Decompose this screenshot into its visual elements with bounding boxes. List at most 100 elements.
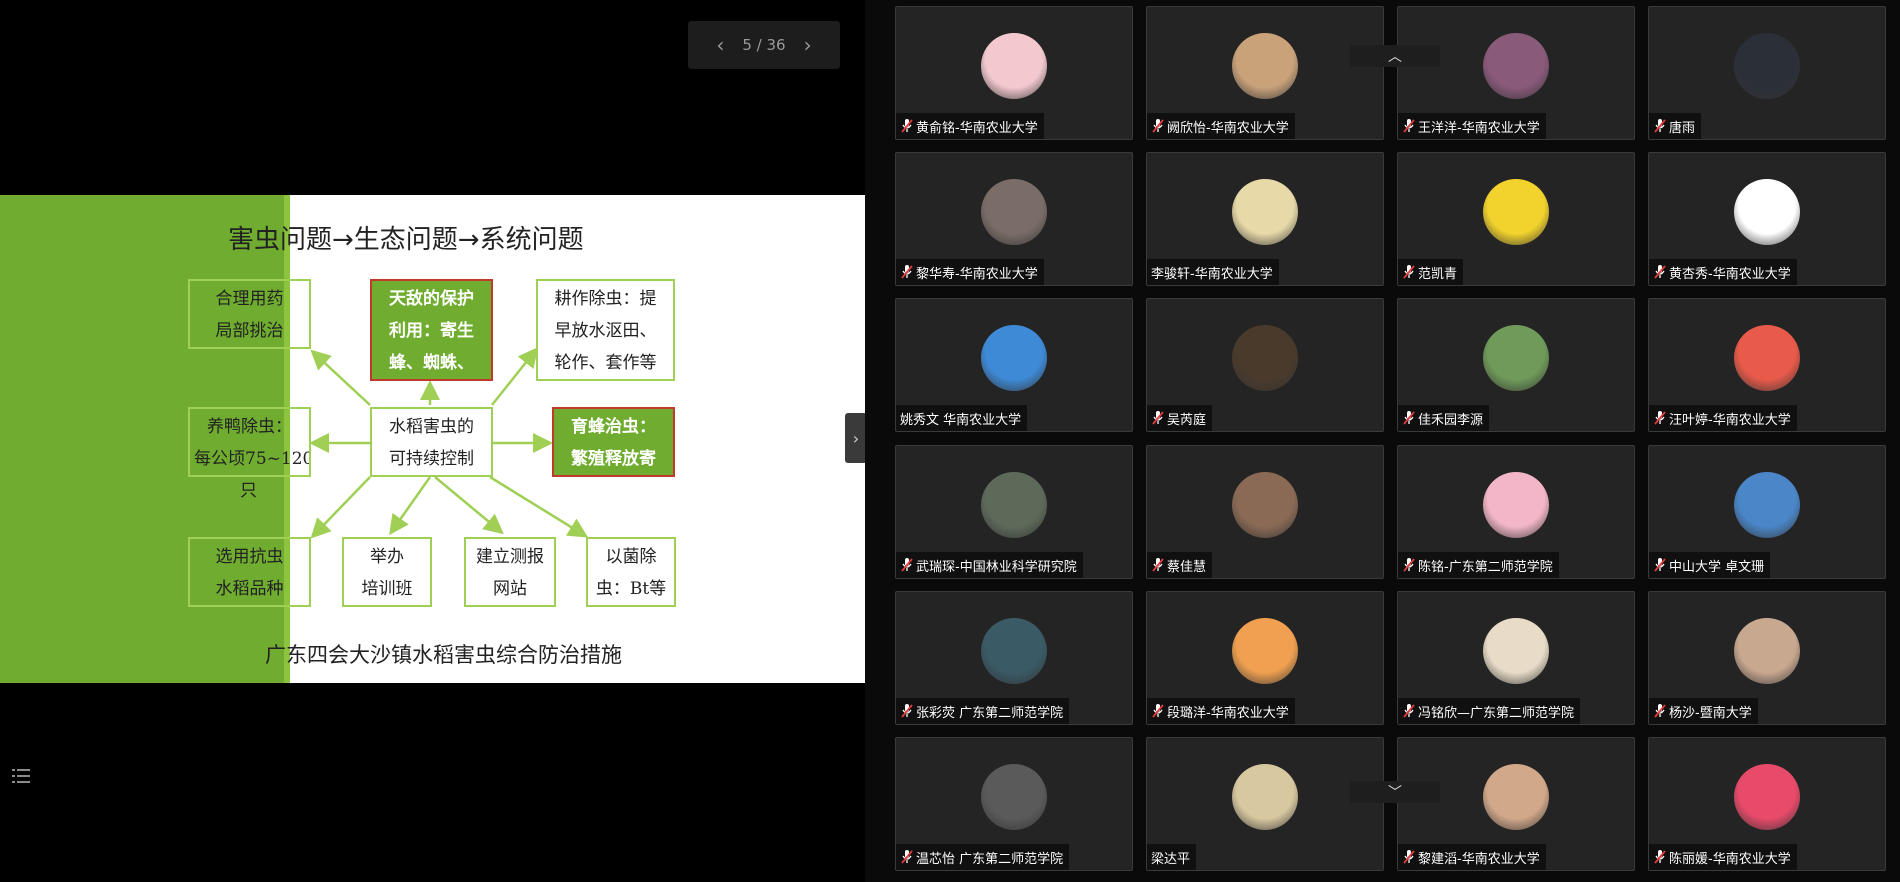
participant-tile[interactable]: 陈铭-广东第二师范学院 [1397,445,1635,579]
participant-name-bar: 黄杏秀-华南农业大学 [1649,259,1797,285]
participant-name-bar: 梁达平 [1147,844,1197,870]
muted-mic-icon [1654,119,1666,133]
participant-tile[interactable]: 蔡佳慧 [1146,445,1384,579]
next-slide-button[interactable]: › [804,35,812,55]
box-natural-enemies: 天敌的保护 利用：寄生 蜂、蜘蛛、 [370,279,493,381]
avatar [1483,618,1549,684]
participant-name-bar: 中山大学 卓文珊 [1649,552,1771,578]
participant-tile[interactable]: 杨沙-暨南大学 [1648,591,1886,725]
participant-tile[interactable]: 温芯怡 广东第二师范学院 [895,737,1133,871]
participant-name: 武瑞琛-中国林业科学研究院 [916,559,1077,575]
collapse-panel-button[interactable]: › [845,413,867,463]
slide-pager: ‹ 5 / 36 › [688,21,840,69]
muted-mic-icon [901,119,913,133]
box-line: 以菌除 [605,547,657,567]
participant-tile[interactable]: 黄俞铭-华南农业大学 [895,6,1133,140]
participant-name-bar: 温芯怡 广东第二师范学院 [896,844,1070,870]
box-line: 蜂、蜘蛛、 [389,353,474,373]
muted-mic-icon [1152,704,1164,718]
participant-name-bar: 范凯青 [1398,259,1464,285]
participant-tile[interactable]: 武瑞琛-中国林业科学研究院 [895,445,1133,579]
participant-name-bar: 阙欣怡-华南农业大学 [1147,113,1295,139]
box-line: 水稻品种 [215,579,284,599]
participant-name: 陈铭-广东第二师范学院 [1418,559,1553,575]
avatar [1232,179,1298,245]
participant-name-bar: 黄俞铭-华南农业大学 [896,113,1044,139]
participant-tile[interactable]: 张彩荧 广东第二师范学院 [895,591,1133,725]
participant-tile[interactable]: 范凯青 [1397,152,1635,286]
participant-tile[interactable]: 中山大学 卓文珊 [1648,445,1886,579]
muted-mic-icon [901,704,913,718]
participant-name: 黄俞铭-华南农业大学 [916,120,1038,136]
muted-mic-icon [1152,558,1164,572]
box-line: 早放水沤田、 [554,321,657,341]
avatar [1232,618,1298,684]
participant-tile[interactable]: 佳禾园李源 [1397,298,1635,432]
participant-name-bar: 陈铭-广东第二师范学院 [1398,552,1559,578]
participant-tile[interactable]: 吴芮庭 [1146,298,1384,432]
box-line: 可持续控制 [389,449,474,469]
box-bees: 育蜂治虫： 繁殖释放寄 [552,407,675,477]
participant-tile[interactable]: 黎华寿-华南农业大学 [895,152,1133,286]
avatar [1232,33,1298,99]
participant-tile[interactable]: 冯铭欣—广东第二师范学院 [1397,591,1635,725]
box-line: 耕作除虫：提 [554,289,657,309]
arrow-to-top-right [491,347,539,406]
participant-name: 李骏轩-华南农业大学 [1151,266,1273,282]
avatar [1483,179,1549,245]
arrow-to-bot-2 [434,476,504,535]
muted-mic-icon [1403,265,1415,279]
participant-tile[interactable]: 王洋洋-华南农业大学 [1397,6,1635,140]
participant-tile[interactable]: 黄杏秀-华南农业大学 [1648,152,1886,286]
participant-tile[interactable]: 汪叶婷-华南农业大学 [1648,298,1886,432]
participant-tile[interactable]: 唐雨 [1648,6,1886,140]
participant-tile[interactable]: 姚秀文 华南农业大学 [895,298,1133,432]
arrow-to-bot-1 [389,476,432,536]
box-center: 水稻害虫的 可持续控制 [370,407,493,477]
box-training: 举办 培训班 [342,537,432,607]
muted-mic-icon [1403,119,1415,133]
participant-name-bar: 汪叶婷-华南农业大学 [1649,405,1797,431]
box-line: 天敌的保护 [389,289,474,309]
participant-name: 汪叶婷-华南农业大学 [1669,412,1791,428]
muted-mic-icon [1654,704,1666,718]
participant-name-bar: 杨沙-暨南大学 [1649,698,1758,724]
avatar [981,618,1047,684]
scroll-down-button[interactable]: ﹀ [1350,781,1440,803]
participant-tile[interactable]: 段璐洋-华南农业大学 [1146,591,1384,725]
participant-name-bar: 黎建滔-华南农业大学 [1398,844,1546,870]
muted-mic-icon [1654,850,1666,864]
box-bt: 以菌除 虫：Bt等 [586,537,676,607]
participant-tile[interactable]: 梁达平 [1146,737,1384,871]
participant-name: 唐雨 [1669,120,1696,136]
muted-mic-icon [1654,265,1666,279]
slide-footer: 广东四会大沙镇水稻害虫综合防治措施 [265,643,622,667]
participant-tile[interactable]: 阙欣怡-华南农业大学 [1146,6,1384,140]
slide-list-icon[interactable] [10,765,32,787]
participant-name-bar: 姚秀文 华南农业大学 [896,405,1028,431]
box-line: 网站 [493,579,527,599]
box-line: 水稻害虫的 [389,417,474,437]
participant-name-bar: 陈丽媛-华南农业大学 [1649,844,1797,870]
avatar [1483,325,1549,391]
muted-mic-icon [1152,119,1164,133]
prev-slide-button[interactable]: ‹ [716,35,724,55]
box-line: 繁殖释放寄 [571,449,656,469]
avatar [1483,472,1549,538]
participant-name: 王洋洋-华南农业大学 [1418,120,1540,136]
participant-name-bar: 冯铭欣—广东第二师范学院 [1398,698,1581,724]
box-line: 选用抗虫 [215,547,284,567]
avatar [1734,325,1800,391]
participant-tile[interactable]: 李骏轩-华南农业大学 [1146,152,1384,286]
participant-name-bar: 黎华寿-华南农业大学 [896,259,1044,285]
meeting-window: ‹ 5 / 36 › 害虫问题→生态问题→系统问题 合理用药 局部挑治 天敌的保… [0,0,1900,882]
scroll-up-button[interactable]: ︿ [1350,45,1440,67]
participant-tile[interactable]: 陈丽媛-华南农业大学 [1648,737,1886,871]
participant-tile[interactable]: 黎建滔-华南农业大学 [1397,737,1635,871]
participant-name-bar: 王洋洋-华南农业大学 [1398,113,1546,139]
participant-name: 张彩荧 广东第二师范学院 [916,705,1064,721]
avatar [981,179,1047,245]
muted-mic-icon [1152,411,1164,425]
participant-name-bar: 李骏轩-华南农业大学 [1147,259,1279,285]
box-ducks-tail: 只 [240,481,257,501]
